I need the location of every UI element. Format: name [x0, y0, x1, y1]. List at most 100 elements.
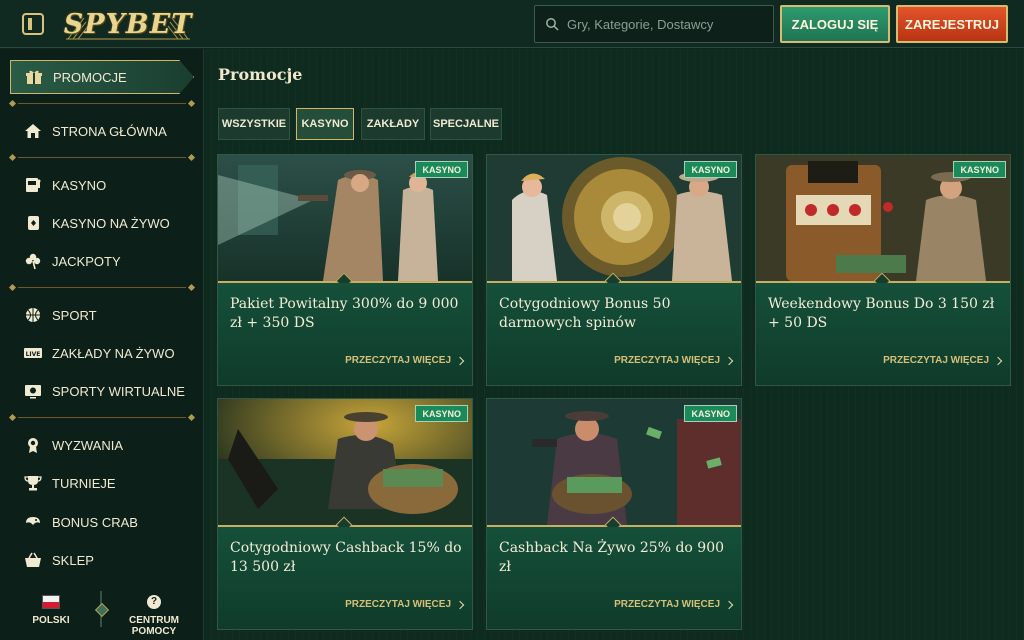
- sidebar-divider: [10, 413, 196, 422]
- sidebar-divider: [10, 153, 196, 162]
- crab-icon: [24, 513, 42, 531]
- sidebar-item-sport[interactable]: SPORT: [10, 298, 194, 332]
- promo-title: Cotygodniowy Cashback 15% do 13 500 zł: [230, 540, 462, 575]
- category-badge: KASYNO: [684, 161, 737, 178]
- playing-card-icon: [24, 214, 42, 232]
- chevron-right-icon: [724, 356, 734, 365]
- tab-specjalne[interactable]: SPECJALNE: [430, 108, 502, 140]
- promo-image: KASYNO: [218, 399, 472, 525]
- category-badge: KASYNO: [415, 405, 468, 422]
- help-icon: ?: [147, 595, 161, 609]
- help-center-link[interactable]: ? CENTRUM POMOCY: [110, 595, 198, 637]
- search-input[interactable]: [567, 16, 757, 32]
- chevron-right-icon: [455, 356, 465, 365]
- language-selector[interactable]: POLSKI: [22, 595, 80, 626]
- search-icon: [546, 18, 559, 31]
- logo-text: SPYBET: [63, 8, 193, 40]
- read-more-label: PRZECZYTAJ WIĘCEJ: [345, 355, 451, 366]
- read-more-label: PRZECZYTAJ WIĘCEJ: [883, 355, 989, 366]
- gift-icon: [25, 68, 43, 86]
- slot-machine-icon: [24, 176, 42, 194]
- read-more-link[interactable]: PRZECZYTAJ WIĘCEJ: [614, 599, 734, 610]
- sidebar-item-jackpoty[interactable]: JACKPOTY: [10, 244, 194, 278]
- page-title: Promocje: [218, 65, 303, 84]
- sidebar-item-label: STRONA GŁÓWNA: [52, 123, 167, 139]
- promo-title: Cotygodniowy Bonus 50 darmowych spinów: [499, 296, 671, 331]
- sidebar-item-label: PROMOCJE: [53, 69, 127, 85]
- sidebar-item-bonus-crab[interactable]: BONUS CRAB: [10, 505, 194, 539]
- chevron-right-icon: [724, 600, 734, 609]
- shopping-basket-icon: [24, 551, 42, 569]
- sidebar-item-kasyno[interactable]: KASYNO: [10, 168, 194, 202]
- read-more-link[interactable]: PRZECZYTAJ WIĘCEJ: [614, 355, 734, 366]
- main-content: Promocje WSZYSTKIE KASYNO ZAKŁADY SPECJA…: [205, 49, 1024, 640]
- promo-image: KASYNO: [487, 399, 741, 525]
- poland-flag-icon: [42, 595, 60, 609]
- sidebar-item-label: SKLEP: [52, 552, 94, 568]
- home-icon: [24, 122, 42, 140]
- footer-separator: [100, 591, 102, 627]
- read-more-link[interactable]: PRZECZYTAJ WIĘCEJ: [883, 355, 1003, 366]
- sidebar-item-strona-glowna[interactable]: STRONA GŁÓWNA: [10, 114, 194, 148]
- promo-card[interactable]: KASYNO Cotygodniowy Bonus 50 darmowych s…: [486, 154, 742, 386]
- sidebar-item-label: KASYNO: [52, 177, 107, 193]
- sidebar-item-zaklady-na-zywo[interactable]: LIVE ZAKŁADY NA ŻYWO: [10, 336, 194, 370]
- login-button[interactable]: ZALOGUJ SIĘ: [780, 5, 890, 43]
- sidebar-item-kasyno-na-zywo[interactable]: KASYNO NA ŻYWO: [10, 206, 194, 240]
- category-badge: KASYNO: [684, 405, 737, 422]
- sidebar-item-label: KASYNO NA ŻYWO: [52, 215, 170, 231]
- sidebar-divider: [10, 283, 196, 292]
- category-badge: KASYNO: [415, 161, 468, 178]
- promo-title: Cashback Na Żywo 25% do 900 zł: [499, 540, 725, 575]
- promo-card[interactable]: KASYNO Cashback Na Żywo 25% do 900 zł PR…: [486, 398, 742, 630]
- promo-title: Pakiet Powitalny 300% do 9 000 zł + 350 …: [230, 296, 459, 331]
- card-body: Pakiet Powitalny 300% do 9 000 zł + 350 …: [218, 283, 472, 385]
- sidebar-item-sporty-wirtualne[interactable]: SPORTY WIRTUALNE: [10, 374, 194, 408]
- spybet-logo[interactable]: SPYBET: [64, 6, 192, 42]
- promo-title: Weekendowy Bonus Do 3 150 zł + 50 DS: [768, 296, 995, 331]
- read-more-label: PRZECZYTAJ WIĘCEJ: [614, 599, 720, 610]
- search-box[interactable]: [534, 5, 774, 43]
- virtual-sports-icon: [24, 382, 42, 400]
- sidebar-divider: [10, 99, 196, 108]
- help-label: CENTRUM POMOCY: [129, 615, 179, 637]
- category-badge: KASYNO: [953, 161, 1006, 178]
- sidebar-item-wyzwania[interactable]: WYZWANIA: [10, 428, 194, 462]
- chevron-right-icon: [993, 356, 1003, 365]
- promo-card[interactable]: KASYNO Cotygodniowy Cashback 15% do 13 5…: [217, 398, 473, 630]
- sidebar-item-label: JACKPOTY: [52, 253, 121, 269]
- language-label: POLSKI: [32, 615, 70, 626]
- sidebar: PROMOCJE STRONA GŁÓWNA KASYNO KASYNO NA …: [0, 49, 204, 640]
- tab-wszystkie[interactable]: WSZYSTKIE: [218, 108, 290, 140]
- card-body: Cotygodniowy Bonus 50 darmowych spinów P…: [487, 283, 741, 385]
- sidebar-item-label: TURNIEJE: [52, 475, 116, 491]
- promo-card[interactable]: KASYNO Weekendowy Bonus Do 3 150 zł + 50…: [755, 154, 1011, 386]
- trophy-icon: [24, 474, 42, 492]
- sidebar-footer: POLSKI ? CENTRUM POMOCY: [0, 587, 204, 640]
- live-icon: LIVE: [24, 344, 42, 362]
- read-more-label: PRZECZYTAJ WIĘCEJ: [614, 355, 720, 366]
- sidebar-toggle-icon[interactable]: [22, 13, 44, 35]
- clover-icon: [24, 252, 42, 270]
- sidebar-item-label: ZAKŁADY NA ŻYWO: [52, 345, 175, 361]
- card-body: Cotygodniowy Cashback 15% do 13 500 zł P…: [218, 527, 472, 629]
- tab-zaklady[interactable]: ZAKŁADY: [361, 108, 425, 140]
- sidebar-item-turnieje[interactable]: TURNIEJE: [10, 466, 194, 500]
- promo-image: KASYNO: [756, 155, 1010, 281]
- top-header: SPYBET ZALOGUJ SIĘ ZAREJESTRUJ: [0, 0, 1024, 48]
- register-button[interactable]: ZAREJESTRUJ: [896, 5, 1008, 43]
- read-more-link[interactable]: PRZECZYTAJ WIĘCEJ: [345, 355, 465, 366]
- basketball-icon: [24, 306, 42, 324]
- card-body: Weekendowy Bonus Do 3 150 zł + 50 DS PRZ…: [756, 283, 1010, 385]
- read-more-link[interactable]: PRZECZYTAJ WIĘCEJ: [345, 599, 465, 610]
- card-body: Cashback Na Żywo 25% do 900 zł PRZECZYTA…: [487, 527, 741, 629]
- sidebar-item-sklep[interactable]: SKLEP: [10, 543, 194, 577]
- sidebar-item-label: SPORTY WIRTUALNE: [52, 383, 185, 399]
- sidebar-item-label: BONUS CRAB: [52, 514, 138, 530]
- promo-card[interactable]: KASYNO Pakiet Powitalny 300% do 9 000 zł…: [217, 154, 473, 386]
- sidebar-item-promocje[interactable]: PROMOCJE: [10, 60, 194, 94]
- chevron-right-icon: [455, 600, 465, 609]
- tab-kasyno[interactable]: KASYNO: [296, 108, 354, 140]
- sidebar-item-label: WYZWANIA: [52, 437, 124, 453]
- read-more-label: PRZECZYTAJ WIĘCEJ: [345, 599, 451, 610]
